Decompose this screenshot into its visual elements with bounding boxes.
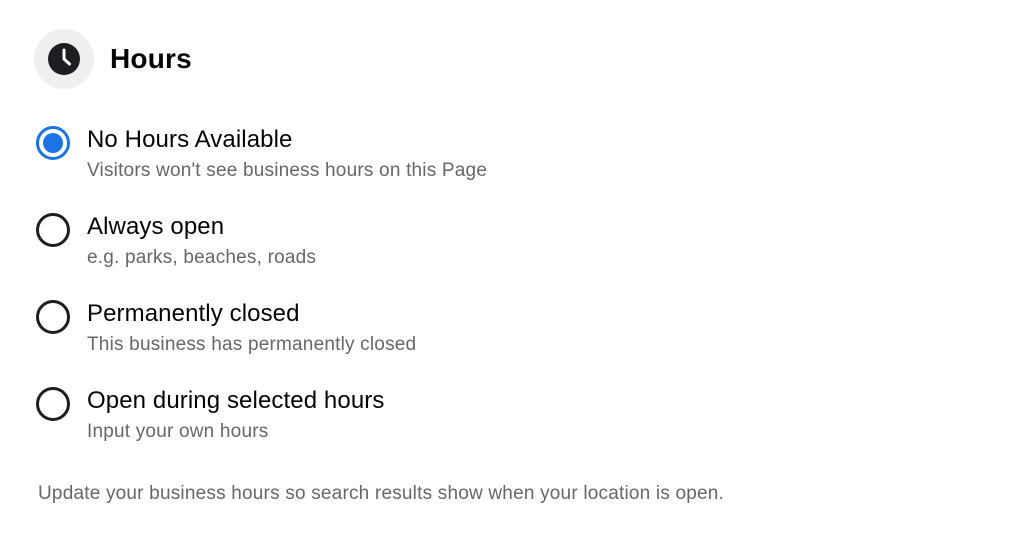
footer-note: Update your business hours so search res… <box>38 483 725 504</box>
option-permanently-closed[interactable]: Permanently closed This business has per… <box>36 300 416 356</box>
option-always-open[interactable]: Always open e.g. parks, beaches, roads <box>36 213 316 269</box>
section-title: Hours <box>110 43 192 74</box>
option-no-hours[interactable]: No Hours Available Visitors won't see bu… <box>36 126 487 182</box>
option-label: No Hours Available <box>87 126 293 153</box>
option-no-hours-text: No Hours Available Visitors won't see bu… <box>87 126 487 182</box>
option-label: Always open <box>87 213 225 240</box>
option-description: This business has permanently closed <box>87 334 417 355</box>
option-label: Permanently closed <box>87 300 300 327</box>
option-label: Open during selected hours <box>87 387 385 414</box>
option-always-open-text: Always open e.g. parks, beaches, roads <box>87 213 316 269</box>
radio-no-hours[interactable] <box>36 126 70 160</box>
option-selected-hours[interactable]: Open during selected hours Input your ow… <box>36 387 384 443</box>
radio-selected-hours[interactable] <box>36 387 70 421</box>
radio-permanently-closed[interactable] <box>36 300 70 334</box>
radio-selected-dot <box>43 133 63 153</box>
option-selected-hours-text: Open during selected hours Input your ow… <box>87 387 384 443</box>
option-description: Visitors won't see business hours on thi… <box>87 160 488 181</box>
hours-panel: Hours No Hours Available Visitors won't … <box>0 0 1024 544</box>
option-permanently-closed-text: Permanently closed This business has per… <box>87 300 416 356</box>
option-description: Input your own hours <box>87 421 269 442</box>
hours-header: Hours <box>34 29 192 89</box>
clock-icon <box>34 29 94 89</box>
option-description: e.g. parks, beaches, roads <box>87 247 317 268</box>
clock-icon-glyph <box>48 43 80 75</box>
radio-always-open[interactable] <box>36 213 70 247</box>
